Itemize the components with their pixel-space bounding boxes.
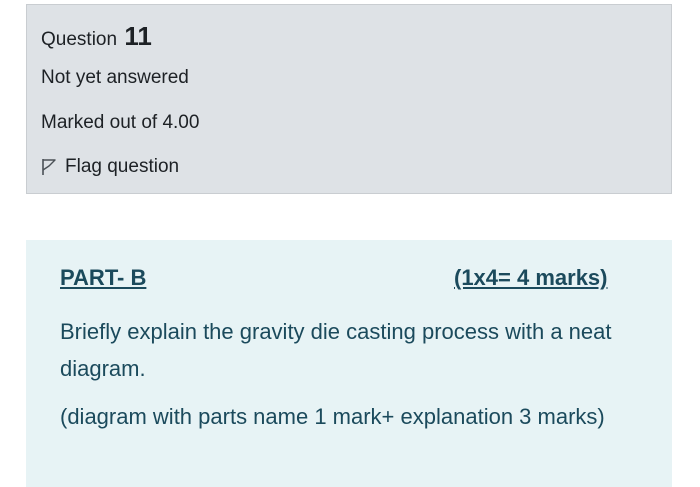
flag-icon (42, 159, 56, 175)
question-number: 11 (124, 21, 152, 51)
part-label: PART- B (60, 265, 147, 290)
question-note: (diagram with parts name 1 mark+ explana… (60, 404, 605, 429)
question-content-panel: PART- B (1x4= 4 marks) Briefly explain t… (26, 240, 672, 487)
marks-allocation: (1x4= 4 marks) (454, 265, 608, 290)
question-title: Question 11 (41, 21, 152, 52)
question-label: Question (41, 29, 118, 50)
flag-question-link[interactable]: Flag question (41, 156, 179, 178)
question-info-panel: Question 11 Not yet answered Marked out … (26, 4, 672, 194)
question-status: Not yet answered (41, 67, 189, 88)
flag-question-label: Flag question (65, 156, 180, 177)
part-header: PART- B (1x4= 4 marks) (60, 265, 640, 295)
question-marks: Marked out of 4.00 (41, 112, 200, 133)
question-text: Briefly explain the gravity die casting … (60, 319, 612, 381)
